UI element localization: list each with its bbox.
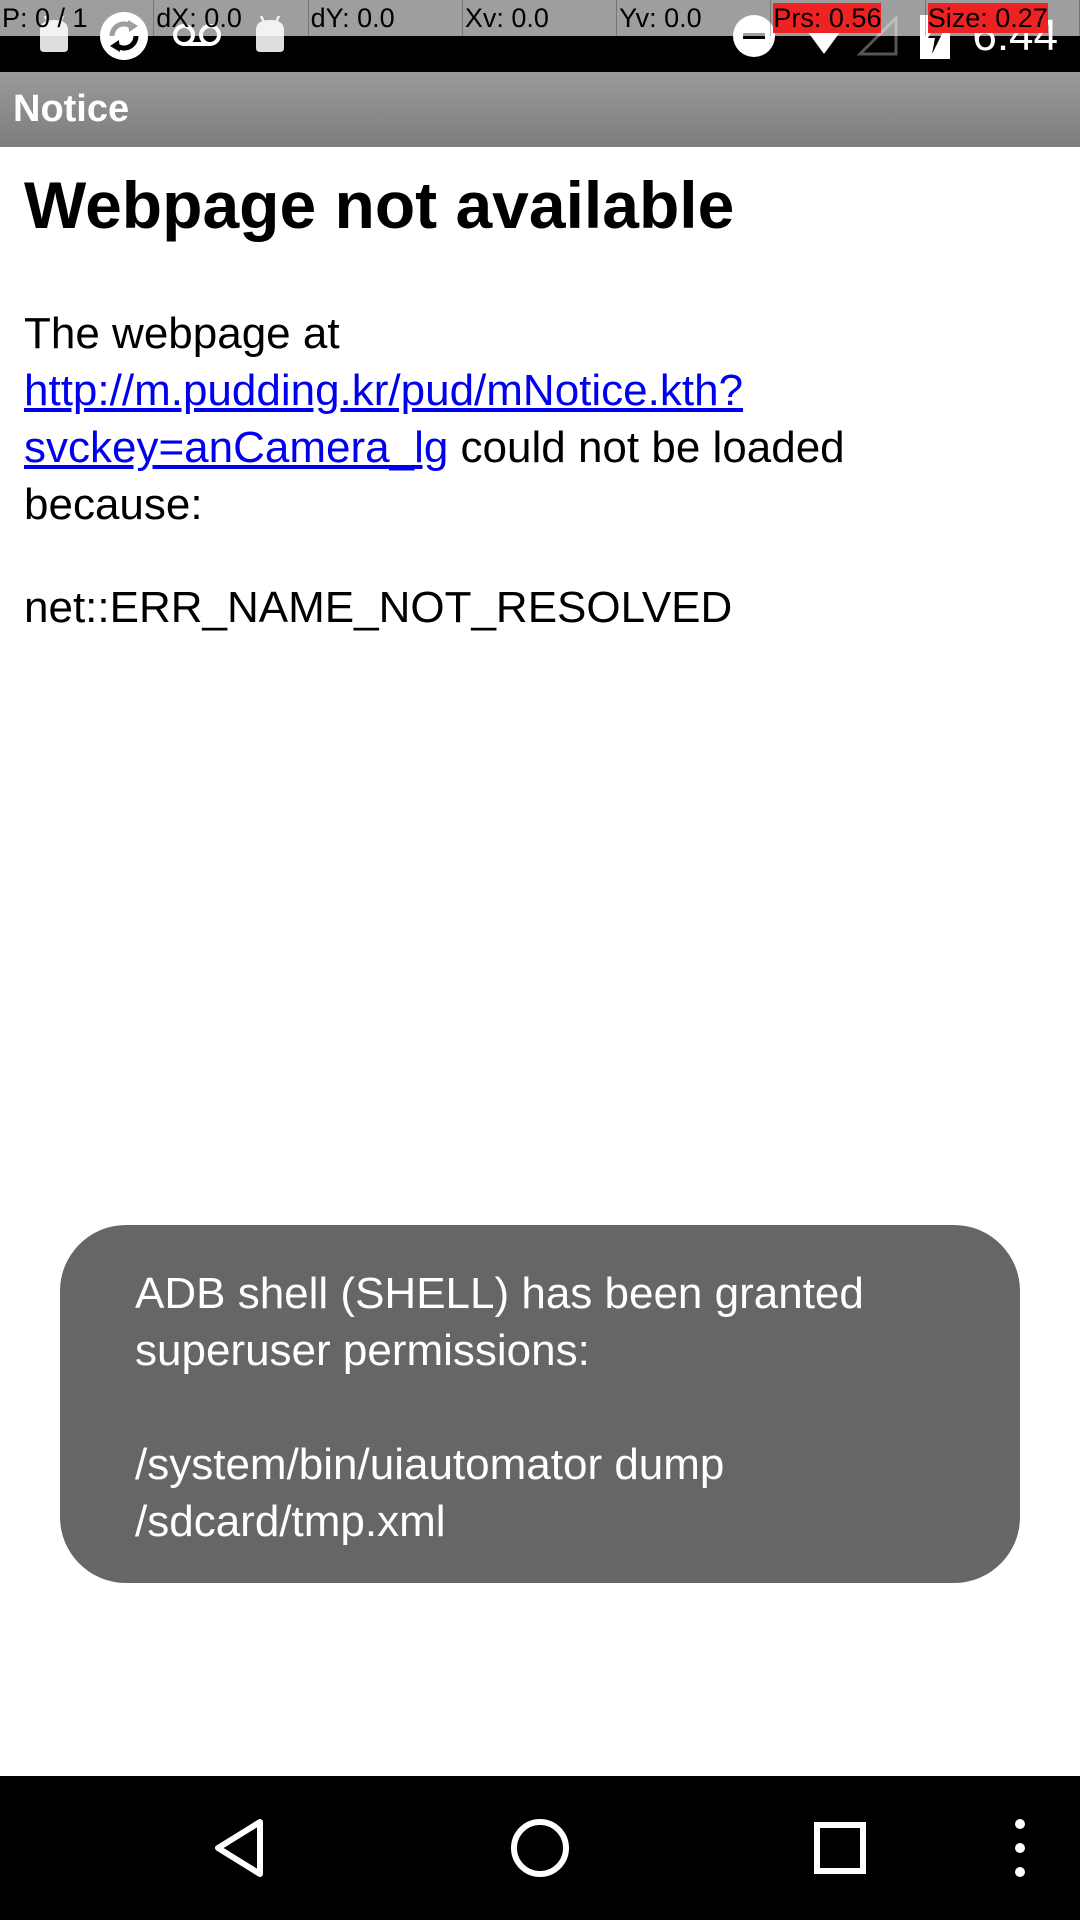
pointer-dx: dX: 0.0 <box>154 0 309 36</box>
pointer-pressure: Prs: 0.56 <box>771 0 926 36</box>
app-bar: Notice <box>0 72 1080 147</box>
superuser-toast: ADB shell (SHELL) has been granted super… <box>60 1225 1020 1583</box>
pointer-dy: dY: 0.0 <box>308 0 463 36</box>
screen: 6:44 P: 0 / 1 dX: 0.0 dY: 0.0 Xv: 0.0 Yv… <box>0 0 1080 1920</box>
pointer-size: Size: 0.27 <box>925 0 1080 36</box>
home-icon[interactable] <box>504 1812 576 1884</box>
error-message: The webpage at http://m.pudding.kr/pud/m… <box>24 305 1024 533</box>
error-code: net::ERR_NAME_NOT_RESOLVED <box>24 583 733 632</box>
page-title: Notice <box>13 88 130 130</box>
overflow-menu-icon[interactable] <box>1000 1812 1040 1884</box>
pointer-xv: Xv: 0.0 <box>462 0 618 36</box>
pointer-location-overlay: P: 0 / 1 dX: 0.0 dY: 0.0 Xv: 0.0 Yv: 0.0… <box>0 0 1080 36</box>
error-heading: Webpage not available <box>24 168 735 242</box>
toast-message: ADB shell (SHELL) has been granted super… <box>135 1269 864 1546</box>
pointer-yv: Yv: 0.0 <box>617 0 772 36</box>
navigation-bar <box>0 1776 1080 1920</box>
recents-icon[interactable] <box>804 1812 876 1884</box>
pointer-count: P: 0 / 1 <box>0 0 155 36</box>
error-message-prefix: The webpage at <box>24 309 340 358</box>
back-icon[interactable] <box>204 1812 276 1884</box>
